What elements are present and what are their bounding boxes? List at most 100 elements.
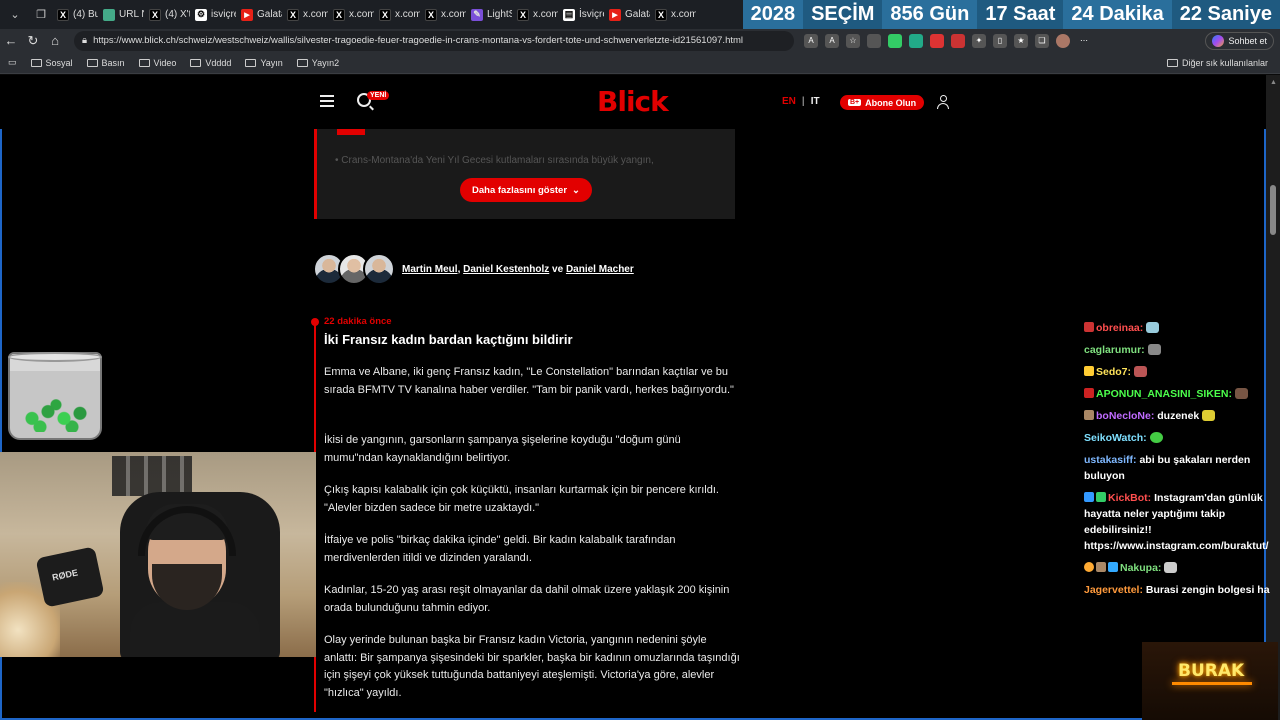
chat-message: boNecloNe: duzenek bbox=[1084, 408, 1270, 424]
chevron-down-icon: ⌄ bbox=[572, 184, 580, 196]
lang-it[interactable]: IT bbox=[811, 96, 820, 107]
extension-icon[interactable] bbox=[909, 33, 923, 48]
extension-icon[interactable] bbox=[888, 33, 902, 48]
article-paragraph: Çıkış kapısı kalabalık için çok küçüktü,… bbox=[324, 484, 719, 514]
url-text: https://www.blick.ch/schweiz/westschweiz… bbox=[93, 35, 744, 46]
emote-icon bbox=[1202, 410, 1216, 421]
translate-icon[interactable]: A bbox=[804, 33, 818, 48]
back-arrow-icon[interactable]: ← bbox=[0, 31, 22, 51]
split-screen-icon[interactable]: ▯ bbox=[993, 33, 1007, 48]
tab-4[interactable]: ▶Galata bbox=[236, 3, 282, 27]
badge-icon bbox=[1096, 562, 1106, 572]
countdown-year: 2028 bbox=[742, 0, 804, 29]
author-link[interactable]: Daniel Kestenholz bbox=[463, 264, 549, 275]
hamburger-menu-icon[interactable] bbox=[320, 95, 334, 107]
tab-3[interactable]: ⚙isviçre bbox=[190, 3, 236, 27]
x-icon: X bbox=[379, 8, 391, 21]
tab-actions-chevron-icon[interactable]: ⌄ bbox=[4, 4, 26, 26]
url-field[interactable]: 🔒︎ https://www.blick.ch/schweiz/westschw… bbox=[74, 30, 794, 51]
scroll-up-icon[interactable]: ▲ bbox=[1270, 79, 1277, 86]
tab-1[interactable]: URL N bbox=[98, 3, 144, 27]
collections-icon[interactable]: ❏ bbox=[1035, 33, 1049, 48]
x-icon: X bbox=[517, 8, 529, 21]
extensions-toolbar: A A ☆ ✦ ▯ ★ ❏ ⋯ bbox=[804, 33, 1091, 48]
author-link[interactable]: Martin Meul bbox=[402, 264, 458, 275]
sidebar-toggle-icon[interactable]: ▭ bbox=[8, 57, 17, 68]
extension-icon[interactable] bbox=[951, 33, 965, 48]
sword-badge-icon bbox=[1084, 492, 1094, 502]
x-icon: X bbox=[655, 8, 667, 21]
bookmark-folder[interactable]: Vdddd bbox=[190, 58, 231, 68]
extension-icon[interactable] bbox=[867, 33, 881, 48]
more-options-icon[interactable]: ⋯ bbox=[1077, 34, 1091, 48]
puzzle-icon[interactable]: ✦ bbox=[972, 33, 986, 48]
summary-label-badge bbox=[337, 129, 365, 135]
other-bookmarks[interactable]: Diğer sık kullanılanlar bbox=[1166, 58, 1268, 68]
settings-icon: ⚙ bbox=[195, 8, 207, 21]
author-avatar[interactable] bbox=[363, 253, 395, 285]
tab-13[interactable]: Xx.com/ bbox=[650, 3, 696, 27]
bookmark-folder[interactable]: Yayın bbox=[245, 58, 283, 68]
streamer-name: BURAK bbox=[1178, 661, 1245, 681]
article-paragraph: Olay yerinde bulunan başka bir Fransız k… bbox=[324, 634, 740, 699]
show-more-button[interactable]: Daha fazlasını göster ⌄ bbox=[460, 178, 592, 202]
logo-glow bbox=[1172, 682, 1252, 685]
folder-icon bbox=[245, 58, 257, 67]
emote-icon bbox=[1234, 388, 1248, 399]
x-icon: X bbox=[333, 8, 345, 21]
lang-en[interactable]: EN bbox=[782, 96, 796, 107]
summary-box: • Crans-Montana'da Yeni Yıl Gecesi kutla… bbox=[314, 129, 735, 219]
blick-logo[interactable]: Blick bbox=[597, 85, 669, 118]
summary-bullet: • Crans-Montana'da Yeni Yıl Gecesi kutla… bbox=[335, 155, 654, 166]
badge-icon bbox=[1084, 366, 1094, 376]
tab-0[interactable]: X(4) Bur bbox=[52, 3, 98, 27]
emote-icon bbox=[1147, 344, 1161, 355]
extension-icon[interactable] bbox=[930, 33, 944, 48]
tab-12[interactable]: ▶Galata bbox=[604, 3, 650, 27]
chat-message: obreinaa: bbox=[1084, 320, 1270, 336]
tab-9[interactable]: ✎LightS bbox=[466, 3, 512, 27]
workspaces-icon[interactable]: ❐ bbox=[30, 4, 52, 26]
ticker-dot bbox=[311, 318, 319, 326]
read-aloud-icon[interactable]: A bbox=[825, 33, 839, 48]
chat-message: SeikoWatch: bbox=[1084, 430, 1270, 446]
wall-frames bbox=[112, 456, 192, 496]
bookmark-folder[interactable]: Yayın2 bbox=[296, 58, 339, 68]
subscribe-button[interactable]: B+ Abone Olun bbox=[840, 95, 925, 110]
copilot-icon bbox=[1212, 34, 1225, 47]
tab-11[interactable]: ▤İsviçre bbox=[558, 3, 604, 27]
tab-10[interactable]: Xx.com/ bbox=[512, 3, 558, 27]
article-paragraph: İkisi de yangının, garsonların şampanya … bbox=[324, 434, 681, 464]
bookmark-folder[interactable]: Basın bbox=[86, 58, 125, 68]
chat-message: Nakupa: bbox=[1084, 560, 1270, 576]
language-switcher: EN | IT bbox=[782, 96, 820, 107]
scrollbar-thumb[interactable] bbox=[1270, 185, 1276, 235]
copilot-chat-button[interactable]: Sohbet et bbox=[1205, 31, 1274, 50]
youtube-icon: ▶ bbox=[241, 8, 253, 21]
x-icon: X bbox=[287, 8, 299, 21]
tab-5[interactable]: Xx.com/ bbox=[282, 3, 328, 27]
streamer-shirt bbox=[130, 602, 260, 657]
tab-8[interactable]: Xx.com/ bbox=[420, 3, 466, 27]
badge-icon bbox=[1108, 562, 1118, 572]
reload-icon[interactable]: ↻ bbox=[22, 31, 44, 51]
badge-icon bbox=[1084, 410, 1094, 420]
bookmark-folder[interactable]: Sosyal bbox=[30, 58, 73, 68]
bookmark-folder[interactable]: Video bbox=[138, 58, 176, 68]
tab-2[interactable]: X(4) X'te bbox=[144, 3, 190, 27]
home-icon[interactable]: ⌂ bbox=[44, 31, 66, 51]
profile-avatar-icon[interactable] bbox=[1056, 33, 1070, 48]
countdown-seconds: 22 Saniye bbox=[1171, 0, 1280, 29]
blick-header: YENİ Blick EN | IT B+ Abone Olun bbox=[0, 75, 1266, 129]
folder-icon bbox=[86, 58, 98, 67]
x-icon: X bbox=[57, 8, 69, 21]
user-account-icon[interactable] bbox=[937, 95, 949, 109]
tab-7[interactable]: Xx.com/ bbox=[374, 3, 420, 27]
blick-plus-icon: B+ bbox=[848, 99, 862, 106]
folder-icon bbox=[30, 58, 42, 67]
tab-6[interactable]: Xx.com/ bbox=[328, 3, 374, 27]
star-icon[interactable]: ☆ bbox=[846, 33, 860, 48]
emote-icon bbox=[1134, 366, 1148, 377]
author-link[interactable]: Daniel Macher bbox=[566, 264, 634, 275]
favorites-icon[interactable]: ★ bbox=[1014, 33, 1028, 48]
